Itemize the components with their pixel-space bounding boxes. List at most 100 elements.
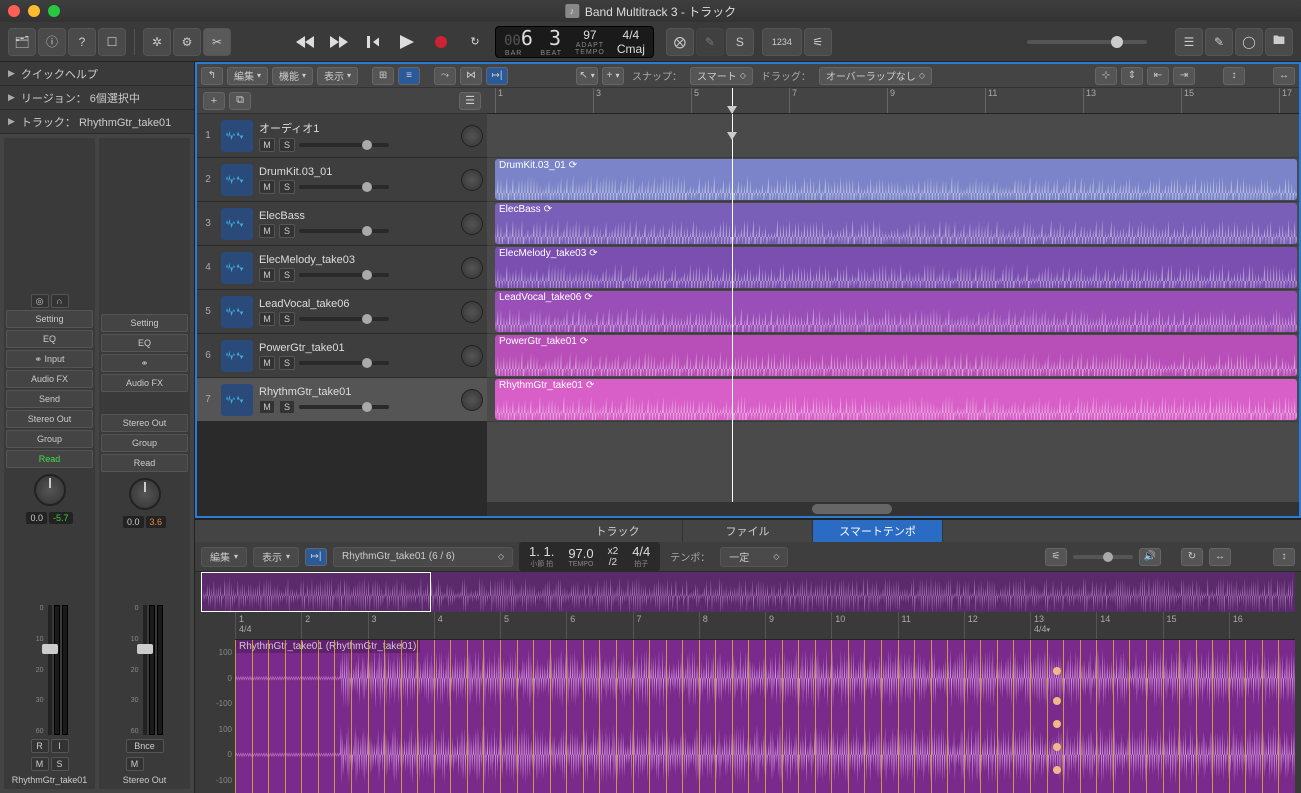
solo-button[interactable]: S <box>51 757 69 771</box>
fullscreen-window-icon[interactable] <box>48 5 60 17</box>
audio-region[interactable]: ElecBass ⟳ <box>495 203 1297 244</box>
vzoom-slider-icon[interactable]: ↕ <box>1273 548 1295 566</box>
editor-catch-icon[interactable]: ↦| <box>305 548 327 566</box>
global-tracks-button[interactable]: ☰ <box>459 92 481 110</box>
vzoom-icon[interactable]: ⇕ <box>1121 67 1143 85</box>
region-lane[interactable]: LeadVocal_take06 ⟳ <box>487 290 1299 334</box>
quick-help-header[interactable]: ▶クイックヘルプ <box>0 62 194 86</box>
audio-region[interactable]: LeadVocal_take06 ⟳ <box>495 291 1297 332</box>
tempo-mode-menu[interactable]: 一定◇ <box>720 547 788 567</box>
metronome-icon[interactable]: ⚟ <box>1045 548 1067 566</box>
minimize-window-icon[interactable] <box>28 5 40 17</box>
quickhelp-button[interactable]: ? <box>68 28 96 56</box>
replace-button[interactable]: ⨂ <box>666 28 694 56</box>
tab-track[interactable]: トラック <box>553 520 683 542</box>
audiofx-slot[interactable]: Audio FX <box>6 370 93 388</box>
editor-ruler[interactable]: 14/423456789101112134/4▾141516 <box>235 612 1295 640</box>
track-pan-knob[interactable] <box>461 345 483 367</box>
mute-button[interactable]: M <box>259 138 275 152</box>
track-icon[interactable] <box>221 340 253 372</box>
close-window-icon[interactable] <box>8 5 20 17</box>
track-header[interactable]: 4 ElecMelody_take03 M S <box>197 246 487 290</box>
record-enable-button[interactable]: R <box>31 739 49 753</box>
arrange-grid[interactable]: 1357911131517 DrumKit.03_01 ⟳ ElecBass ⟳… <box>487 88 1299 516</box>
audio-region[interactable]: DrumKit.03_01 ⟳ <box>495 159 1297 200</box>
region-lane[interactable]: RhythmGtr_take01 ⟳ <box>487 378 1299 422</box>
track-volume-slider[interactable] <box>299 229 389 233</box>
overview-waveform[interactable] <box>201 572 1295 612</box>
track-icon[interactable] <box>221 164 253 196</box>
notepad-button[interactable]: ✎ <box>1205 28 1233 56</box>
snap-menu[interactable]: スマート◇ <box>690 67 753 85</box>
track-icon[interactable] <box>221 384 253 416</box>
hzoom-out-icon[interactable]: ⇤ <box>1147 67 1169 85</box>
track-volume-slider[interactable] <box>299 185 389 189</box>
setting-slot[interactable]: Setting <box>6 310 93 328</box>
hzoom-in-icon[interactable]: ⇥ <box>1173 67 1195 85</box>
group-slot[interactable]: Group <box>101 434 188 452</box>
input-slot[interactable]: ⚭ Input <box>6 350 93 368</box>
track-inspector-header[interactable]: ▶トラック： RhythmGtr_take01 <box>0 110 194 134</box>
cycle-button[interactable]: ↻ <box>459 28 491 56</box>
volume-fader[interactable] <box>143 605 147 735</box>
eq-slot[interactable]: EQ <box>101 334 188 352</box>
list-icon[interactable]: ≡ <box>398 67 420 85</box>
track-volume-slider[interactable] <box>299 405 389 409</box>
hzoom-slider-icon[interactable]: ↔ <box>1209 548 1231 566</box>
track-volume-slider[interactable] <box>299 317 389 321</box>
link-slot[interactable]: ⚭ <box>101 354 188 372</box>
hzoom-slider-icon[interactable]: ↔ <box>1273 67 1295 85</box>
track-icon[interactable] <box>221 120 253 152</box>
pan-knob[interactable] <box>129 478 161 510</box>
pointer-tool-icon[interactable]: ↖▾ <box>576 67 598 85</box>
track-icon[interactable] <box>221 208 253 240</box>
smart-controls-button[interactable]: ✲ <box>143 28 171 56</box>
group-slot[interactable]: Group <box>6 430 93 448</box>
region-lane-area[interactable]: DrumKit.03_01 ⟳ ElecBass ⟳ ElecMelody_ta… <box>487 114 1299 502</box>
editors-button[interactable]: ✂ <box>203 28 231 56</box>
track-header[interactable]: 5 LeadVocal_take06 M S <box>197 290 487 334</box>
output-slot[interactable]: Stereo Out <box>101 414 188 432</box>
view-menu[interactable]: 表示▾ <box>317 67 358 85</box>
duplicate-track-button[interactable]: ⧉ <box>229 92 251 110</box>
setting-slot[interactable]: Setting <box>101 314 188 332</box>
track-header[interactable]: 3 ElecBass M S <box>197 202 487 246</box>
browser-button[interactable]: 🖿 <box>1265 28 1293 56</box>
track-header[interactable]: 2 DrumKit.03_01 M S <box>197 158 487 202</box>
track-pan-knob[interactable] <box>461 389 483 411</box>
waveform-zoom-icon[interactable]: ⊹ <box>1095 67 1117 85</box>
mute-button[interactable]: M <box>259 312 275 326</box>
mute-button[interactable]: M <box>31 757 49 771</box>
flex-icon[interactable]: ⋈ <box>460 67 482 85</box>
solo-button[interactable]: S <box>279 312 295 326</box>
mute-button[interactable]: M <box>259 180 275 194</box>
track-pan-knob[interactable] <box>461 301 483 323</box>
track-header[interactable]: 1 オーディオ1 M S <box>197 114 487 158</box>
track-header[interactable]: 6 PowerGtr_take01 M S <box>197 334 487 378</box>
solo-button[interactable]: S <box>726 28 754 56</box>
speaker-icon[interactable]: 🔊 <box>1139 548 1161 566</box>
solo-button[interactable]: S <box>279 138 295 152</box>
region-lane[interactable] <box>487 114 1299 158</box>
track-volume-slider[interactable] <box>299 273 389 277</box>
editor-file-select[interactable]: RhythmGtr_take01 (6 / 6)◇ <box>333 547 513 567</box>
catch-icon[interactable]: ↦| <box>486 67 508 85</box>
mute-button[interactable]: M <box>259 356 275 370</box>
editor-waveform[interactable]: RhythmGtr_take01 (RhythmGtr_take01) <box>235 640 1295 793</box>
freeze-icon[interactable]: ∩ <box>51 294 69 308</box>
track-header[interactable]: 7 RhythmGtr_take01 M S <box>197 378 487 422</box>
list-editors-button[interactable]: ☰ <box>1175 28 1203 56</box>
automation-slot[interactable]: Read <box>101 454 188 472</box>
loops-button[interactable]: ◯ <box>1235 28 1263 56</box>
automation-slot[interactable]: Read <box>6 450 93 468</box>
region-lane[interactable]: PowerGtr_take01 ⟳ <box>487 334 1299 378</box>
solo-button[interactable]: S <box>279 268 295 282</box>
tab-file[interactable]: ファイル <box>683 520 813 542</box>
solo-button[interactable]: S <box>279 180 295 194</box>
solo-button[interactable]: S <box>279 356 295 370</box>
volume-fader[interactable] <box>48 605 52 735</box>
editor-view-menu[interactable]: 表示▾ <box>253 547 299 567</box>
solo-button[interactable]: S <box>279 224 295 238</box>
lcd-display[interactable]: 006 3 BARBEAT 97 ADAPT TEMPO 4/4 Cmaj <box>495 26 654 58</box>
preview-volume-slider[interactable] <box>1073 555 1133 559</box>
